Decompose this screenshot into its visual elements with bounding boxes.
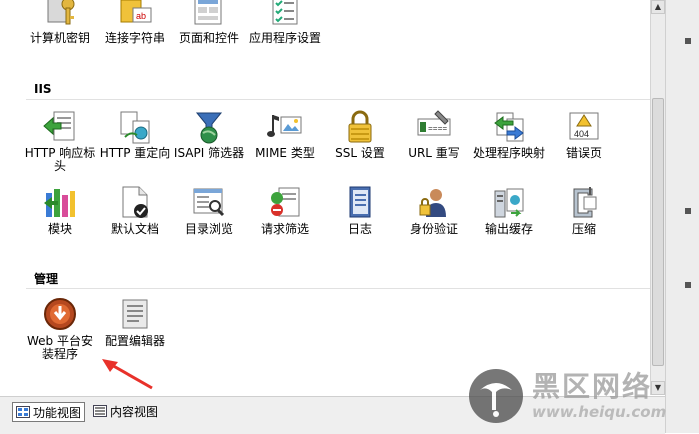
tile-label: 输出缓存 (484, 222, 533, 236)
tile-mime-types[interactable]: MIME 类型 (248, 109, 322, 160)
svg-text:ab: ab (136, 11, 146, 21)
tile-label: 计算机密钥 (29, 31, 90, 45)
compression-icon (573, 187, 597, 218)
pane-marker-icon (685, 208, 691, 214)
tile-label: 模块 (47, 222, 72, 236)
tile-label: 请求筛选 (260, 222, 309, 236)
tile-label: 连接字符串 (104, 31, 165, 45)
tile-compression[interactable]: 压缩 (547, 185, 621, 236)
tab-features-view[interactable]: 功能视图 (12, 402, 86, 422)
tile-handler-mappings[interactable]: 处理程序映射 (472, 109, 546, 160)
tile-pages-controls[interactable]: 页面和控件 (172, 0, 246, 45)
tile-label: MIME 类型 (255, 146, 315, 160)
tile-modules[interactable]: 模块 (23, 185, 97, 236)
pages-controls-icon (194, 0, 222, 25)
tile-label: ISAPI 筛选器 (173, 146, 245, 160)
tile-label: SSL 设置 (335, 146, 385, 160)
tile-connection-strings[interactable]: ab 连接字符串 (98, 0, 172, 45)
tile-label: 错误页 (565, 146, 602, 160)
tile-label: Web 平台安装程序 (27, 334, 93, 361)
key-icon (47, 0, 75, 25)
tab-label: 功能视图 (33, 405, 82, 420)
modules-icon (44, 189, 75, 217)
tile-label: 页面和控件 (178, 31, 239, 45)
app-settings-icon (272, 0, 298, 25)
tile-request-filtering[interactable]: 请求筛选 (248, 185, 322, 236)
mime-types-icon (267, 115, 302, 137)
svg-text:====: ==== (428, 125, 447, 134)
tile-label: 配置编辑器 (104, 334, 165, 348)
tab-content-view[interactable]: 内容视图 (90, 402, 161, 420)
watermark-logo-icon (469, 369, 523, 423)
tile-label: URL 重写 (408, 146, 460, 160)
directory-browsing-icon (193, 188, 225, 217)
tile-url-rewrite[interactable]: ==== URL 重写 (397, 109, 471, 160)
output-caching-icon (494, 188, 524, 218)
section-title-iis: IIS (34, 82, 52, 96)
scrollbar-thumb[interactable] (652, 98, 664, 366)
vertical-scrollbar[interactable]: ▲ ▼ (650, 0, 665, 395)
section-divider (26, 288, 650, 289)
tile-ssl-settings[interactable]: SSL 设置 (323, 109, 397, 160)
tile-label: 默认文档 (110, 222, 159, 236)
tile-http-redirect[interactable]: HTTP 重定向 (98, 109, 172, 160)
tab-label: 内容视图 (110, 404, 159, 419)
watermark-title: 黑区网络 (532, 370, 653, 403)
content-view-icon (93, 405, 107, 417)
tile-output-caching[interactable]: 输出缓存 (472, 185, 546, 236)
annotation-arrow-icon (102, 359, 153, 390)
logging-icon (349, 186, 371, 218)
tile-label: HTTP 响应标头 (24, 146, 96, 173)
tile-http-response-headers[interactable]: HTTP 响应标头 (23, 109, 97, 173)
tile-machine-key[interactable]: 计算机密钥 (23, 0, 97, 45)
handler-mappings-icon (494, 112, 524, 142)
watermark: 黑区网络 www.heiqu.com (466, 362, 696, 430)
tile-error-pages[interactable]: 404 错误页 (547, 109, 621, 160)
authentication-icon (419, 189, 446, 217)
scroll-up-arrow-icon[interactable]: ▲ (651, 0, 665, 14)
url-rewrite-icon: ==== (417, 110, 451, 136)
tile-label: 应用程序设置 (248, 31, 321, 45)
connection-strings-icon: ab (120, 0, 152, 23)
features-view-panel: 计算机密钥 ab 连接字符串 页面和控件 应用程序设置 IIS HTTP 响应标… (0, 0, 650, 395)
tile-label: 身份验证 (409, 222, 458, 236)
web-platform-installer-icon (44, 298, 76, 330)
tile-directory-browsing[interactable]: 目录浏览 (172, 185, 246, 236)
watermark-url: www.heiqu.com (532, 403, 667, 421)
error-page-icon: 404 (569, 112, 599, 140)
lock-icon (348, 110, 372, 143)
tile-default-document[interactable]: 默认文档 (98, 185, 172, 236)
tile-isapi-filter[interactable]: ISAPI 筛选器 (172, 109, 246, 160)
tile-label: 处理程序映射 (472, 146, 545, 160)
request-filtering-icon (271, 187, 300, 217)
tile-label: HTTP 重定向 (99, 146, 171, 160)
tile-web-platform-installer[interactable]: Web 平台安装程序 (23, 297, 97, 361)
section-divider (26, 99, 650, 100)
pane-marker-icon (685, 282, 691, 288)
svg-text:404: 404 (574, 129, 589, 139)
tile-configuration-editor[interactable]: 配置编辑器 (98, 297, 172, 348)
tile-label: 日志 (347, 222, 372, 236)
pane-marker-icon (685, 38, 691, 44)
tile-app-settings[interactable]: 应用程序设置 (248, 0, 322, 45)
configuration-editor-icon (122, 299, 148, 329)
isapi-filter-icon (195, 112, 223, 144)
tile-logging[interactable]: 日志 (323, 185, 397, 236)
tile-authentication[interactable]: 身份验证 (397, 185, 471, 236)
tile-label: 目录浏览 (184, 222, 233, 236)
default-document-icon (122, 186, 148, 218)
section-title-management: 管理 (34, 272, 59, 286)
features-view-icon (16, 406, 30, 418)
tile-label: 压缩 (571, 222, 596, 236)
http-redirect-icon (120, 111, 150, 144)
http-response-headers-icon (43, 111, 75, 141)
